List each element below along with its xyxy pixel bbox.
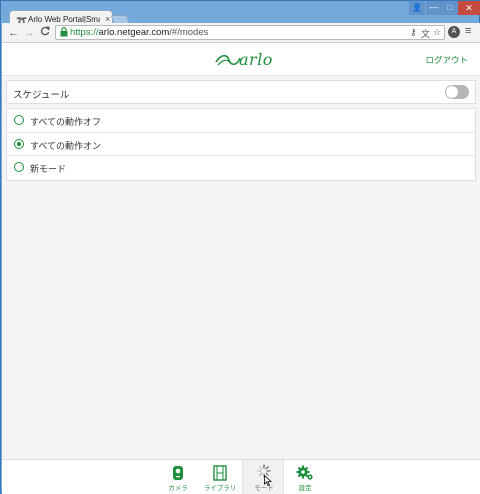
nav-label: 設定 bbox=[298, 485, 312, 492]
mode-radio[interactable] bbox=[14, 115, 24, 125]
gears-icon bbox=[296, 465, 313, 480]
back-arrow-icon[interactable]: ← bbox=[8, 26, 19, 40]
camera-icon bbox=[173, 466, 183, 480]
url-path: /#/modes bbox=[169, 27, 209, 38]
nav-item-library[interactable]: ライブラリ bbox=[199, 460, 241, 494]
mode-label: すべての動作オン bbox=[30, 140, 102, 151]
arlo-logo-icon bbox=[215, 54, 241, 66]
schedule-row: スケジュール bbox=[6, 80, 476, 104]
mode-label: 新モード bbox=[30, 164, 67, 174]
film-library-icon bbox=[213, 465, 227, 481]
schedule-label: スケジュール bbox=[13, 90, 70, 101]
logout-link[interactable]: ログアウト bbox=[425, 54, 468, 66]
url-scheme: https:// bbox=[70, 27, 99, 38]
bottom-navigation: カメラ ライブラリ モード 設定 bbox=[2, 459, 480, 494]
nav-label: ライブラリ bbox=[203, 485, 237, 492]
url-text[interactable]: https://arlo.netgear.com/#/modes bbox=[70, 27, 208, 38]
forward-arrow-icon[interactable]: → bbox=[24, 26, 35, 40]
browser-menu-icon[interactable]: ≡ bbox=[465, 25, 471, 37]
mode-radio-selected[interactable] bbox=[14, 138, 24, 149]
mode-item-all-off[interactable]: すべての動作オフ bbox=[7, 109, 475, 133]
window-user-icon[interactable]: 👤 bbox=[409, 1, 425, 15]
address-bar[interactable]: https://arlo.netgear.com/#/modes ⚷ 文 ☆ bbox=[55, 25, 445, 40]
window-close-button[interactable]: ✕ bbox=[458, 1, 480, 15]
browser-window: ➰ Arlo Web Portal|Smart × 👤 — □ ✕ ← → ht… bbox=[0, 0, 480, 494]
nav-item-mode[interactable]: モード bbox=[242, 460, 284, 494]
mode-list: すべての動作オフ すべての動作オン 新モード bbox=[6, 108, 476, 181]
minimize-button[interactable]: — bbox=[426, 1, 442, 15]
mode-item-new[interactable]: 新モード bbox=[7, 156, 475, 180]
url-host: arlo.netgear.com bbox=[98, 27, 170, 38]
arlo-page: arlo ログアウト スケジュール すべての動作オフ すべての動作オン 新モード bbox=[2, 43, 480, 494]
nav-label: カメラ bbox=[168, 485, 188, 492]
browser-toolbar: ← → https://arlo.netgear.com/#/modes ⚷ 文… bbox=[2, 23, 480, 43]
lock-icon bbox=[60, 27, 68, 39]
nav-item-settings[interactable]: 設定 bbox=[284, 460, 326, 494]
mode-label: すべての動作オフ bbox=[30, 117, 102, 127]
key-icon[interactable]: ⚷ bbox=[410, 27, 417, 38]
toggle-knob bbox=[446, 86, 458, 98]
mode-radio[interactable] bbox=[14, 162, 24, 172]
page-header: arlo ログアウト bbox=[2, 43, 480, 76]
arlo-logo-text: arlo bbox=[239, 50, 273, 69]
reload-icon[interactable] bbox=[40, 26, 50, 40]
nav-item-camera[interactable]: カメラ bbox=[157, 460, 199, 494]
bookmark-star-icon[interactable]: ☆ bbox=[433, 27, 441, 38]
maximize-button[interactable]: □ bbox=[442, 1, 458, 15]
mode-item-all-on[interactable]: すべての動作オン bbox=[7, 133, 475, 156]
extension-icon[interactable]: A bbox=[448, 26, 460, 38]
reload-glyph bbox=[40, 26, 50, 36]
mouse-cursor-icon bbox=[264, 475, 272, 486]
schedule-toggle[interactable] bbox=[445, 85, 469, 99]
translate-icon[interactable]: 文 bbox=[421, 27, 430, 40]
